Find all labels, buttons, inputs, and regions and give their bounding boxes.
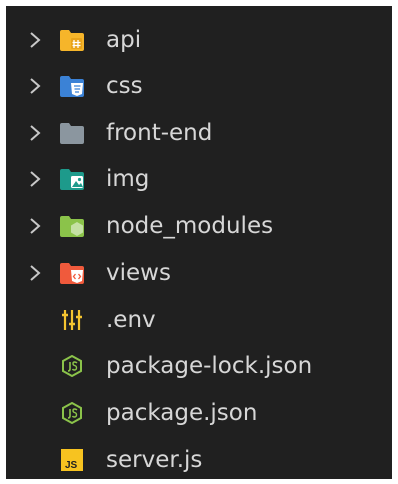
tree-item-label: package-lock.json	[106, 353, 313, 379]
folder-css-icon	[60, 76, 84, 97]
chevron-right-icon[interactable]	[28, 30, 42, 50]
tree-item-package-json[interactable]: package.json	[6, 393, 392, 433]
tree-item-img[interactable]: img	[6, 159, 392, 199]
javascript-icon: JS	[61, 449, 83, 471]
tree-item-label: node_modules	[106, 213, 274, 239]
chevron-right-icon[interactable]	[28, 169, 42, 189]
tree-item-label: css	[106, 73, 143, 99]
chevron-right-icon[interactable]	[28, 123, 42, 143]
chevron-right-icon[interactable]	[28, 216, 42, 236]
folder-api-icon	[60, 30, 84, 51]
chevron-right-icon[interactable]	[28, 263, 42, 283]
tree-item-label: package.json	[106, 400, 258, 426]
env-settings-icon	[62, 310, 82, 330]
nodejs-icon	[62, 402, 82, 424]
tree-item-css[interactable]: css	[6, 66, 392, 106]
svg-text:JS: JS	[65, 460, 78, 471]
tree-item-label: .env	[106, 307, 156, 333]
tree-item-label: img	[106, 166, 150, 192]
folder-views-icon	[60, 263, 84, 284]
tree-item-label: front-end	[106, 120, 213, 146]
tree-item-front-end[interactable]: front-end	[6, 113, 392, 153]
tree-item-node-modules[interactable]: node_modules	[6, 206, 392, 246]
tree-item-api[interactable]: api	[6, 20, 392, 60]
folder-node-icon	[60, 216, 84, 237]
tree-item-server-js[interactable]: JS server.js	[6, 440, 392, 480]
tree-item-label: server.js	[106, 447, 203, 473]
file-explorer: api css front-end img node_modules views…	[6, 6, 392, 479]
folder-icon	[60, 123, 84, 144]
tree-item-label: api	[106, 27, 142, 53]
tree-item-views[interactable]: views	[6, 253, 392, 293]
tree-item-label: views	[106, 260, 171, 286]
nodejs-icon	[62, 355, 82, 377]
tree-item-package-lock-json[interactable]: package-lock.json	[6, 346, 392, 386]
tree-item-env[interactable]: .env	[6, 300, 392, 340]
folder-images-icon	[60, 169, 84, 190]
chevron-right-icon[interactable]	[28, 76, 42, 96]
